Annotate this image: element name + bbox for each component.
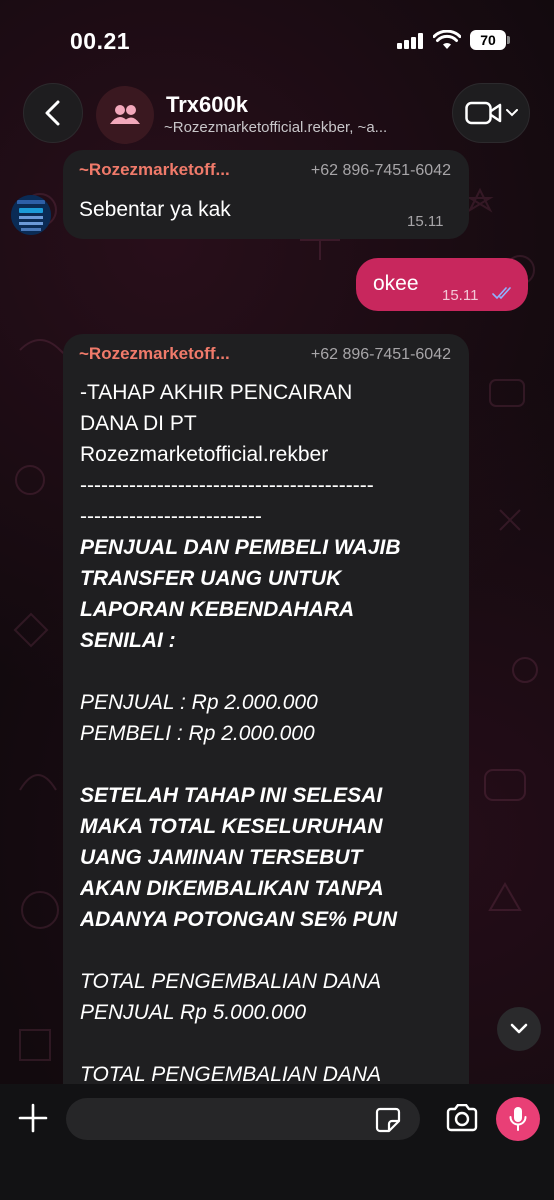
message-line: TRANSFER UANG UNTUK [80, 567, 342, 590]
sender-name[interactable]: ~Rozezmarketoff... [79, 344, 230, 364]
message-text: -TAHAP AKHIR PENCAIRAN DANA DI PT Rozezm… [80, 377, 456, 1090]
status-time: 00.21 [70, 28, 131, 54]
message-line: PENJUAL : Rp 2.000.000 [80, 691, 318, 714]
status-bar: 00.21 70 [0, 0, 554, 80]
group-avatar[interactable] [96, 86, 154, 144]
video-camera-icon [464, 101, 501, 125]
sender-name[interactable]: ~Rozezmarketoff... [79, 160, 230, 180]
scroll-to-bottom-button[interactable] [497, 1007, 541, 1051]
chat-participants[interactable]: ~Rozezmarketofficial.rekber, ~a... [164, 119, 444, 136]
chevron-down-icon [505, 109, 518, 117]
message-bubble-incoming[interactable]: ~Rozezmarketoff... +62 896-7451-6042 -TA… [63, 334, 469, 1114]
sticker-button[interactable] [375, 1107, 401, 1138]
battery-nub [507, 36, 510, 44]
message-time: 15.11 [407, 213, 444, 230]
message-line: LAPORAN KEBENDAHARA [80, 598, 355, 621]
message-line: UANG JAMINAN TERSEBUT [80, 846, 363, 869]
message-line: TOTAL PENGEMBALIAN DANA [80, 970, 382, 993]
cellular-signal-icon [397, 33, 423, 49]
message-line: PEMBELI : Rp 2.000.000 [80, 722, 315, 745]
read-receipt-icon [492, 287, 511, 300]
message-line: SETELAH TAHAP INI SELESAI [80, 784, 383, 807]
sender-phone[interactable]: +62 896-7451-6042 [311, 162, 451, 180]
message-text: okee [373, 272, 419, 295]
voice-message-button[interactable] [496, 1097, 540, 1141]
chat-screen: 00.21 70 Trx600k ~Rozezmarketofficial.re… [0, 0, 554, 1200]
camera-button[interactable] [445, 1103, 479, 1137]
message-line: SENILAI : [80, 629, 176, 652]
message-line: DANA DI PT [80, 412, 197, 435]
message-line: PENJUAL Rp 5.000.000 [80, 1001, 307, 1024]
message-line: AKAN DIKEMBALIKAN TANPA [80, 877, 384, 900]
message-line: ADANYA POTONGAN SE% PUN [80, 908, 397, 931]
message-text: Sebentar ya kak [79, 198, 231, 221]
message-line: PENJUAL DAN PEMBELI WAJIB [80, 536, 401, 559]
message-line: -------------------------- [80, 505, 262, 528]
message-bubble-outgoing[interactable]: okee 15.11 [356, 258, 528, 311]
message-line: Rozezmarketofficial.rekber [80, 443, 329, 466]
sender-phone[interactable]: +62 896-7451-6042 [311, 346, 451, 364]
sticker-icon [375, 1107, 401, 1133]
message-bubble-incoming[interactable]: ~Rozezmarketoff... +62 896-7451-6042 Seb… [63, 150, 469, 239]
battery-indicator: 70 [470, 30, 506, 50]
chevron-down-icon [510, 1023, 528, 1034]
message-time: 15.11 [442, 287, 479, 304]
message-input[interactable] [66, 1098, 420, 1140]
message-line: ----------------------------------------… [80, 474, 374, 497]
back-button[interactable] [23, 83, 83, 143]
group-icon [110, 105, 140, 124]
camera-icon [446, 1103, 478, 1132]
contact-person-image [11, 195, 51, 235]
chevron-left-icon [45, 100, 60, 126]
message-line: -TAHAP AKHIR PENCAIRAN [80, 381, 353, 404]
plus-icon [18, 1103, 48, 1133]
chat-title[interactable]: Trx600k [166, 92, 248, 118]
wifi-icon [433, 30, 461, 49]
sender-avatar[interactable] [11, 195, 51, 235]
video-call-button[interactable] [452, 83, 530, 143]
microphone-icon [509, 1107, 527, 1131]
attach-button[interactable] [15, 1100, 51, 1136]
message-line: MAKA TOTAL KESELURUHAN [80, 815, 383, 838]
